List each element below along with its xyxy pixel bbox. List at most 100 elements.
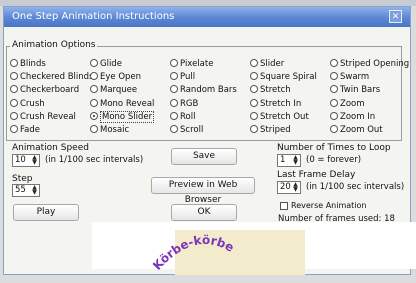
animation-option-label: Mono Reveal [100, 98, 155, 109]
animation-option-radio[interactable]: Slider [250, 58, 284, 71]
radio-button-icon[interactable] [170, 98, 178, 107]
animation-option-radio[interactable]: Checkerboard [10, 84, 79, 97]
animation-option-radio[interactable]: Striped Opening [330, 58, 409, 71]
animation-option-radio[interactable]: Random Bars [170, 84, 237, 97]
arc-text: Körbe-körbe [150, 233, 236, 273]
animation-option-radio[interactable]: Stretch Out [250, 111, 309, 124]
radio-button-icon[interactable] [10, 98, 18, 107]
animation-option-radio[interactable]: Fade [10, 124, 40, 137]
radio-button-icon[interactable] [10, 85, 18, 94]
animation-option-label: Swarm [340, 72, 370, 83]
animation-option-radio[interactable]: Mono Slider [90, 110, 155, 124]
animation-options-grid: Blinds Checkered Blinds Checkerboard Crush C… [10, 58, 409, 142]
close-icon[interactable]: ✕ [389, 10, 402, 23]
radio-button-icon[interactable] [90, 72, 98, 81]
delay-value: 20 [280, 182, 291, 192]
animation-option-label: Stretch Out [260, 111, 309, 122]
radio-button-icon[interactable] [250, 98, 258, 107]
animation-option-radio[interactable]: Marquee [90, 84, 137, 97]
animation-option-label: Checkered Blinds [20, 72, 94, 83]
radio-button-icon[interactable] [170, 72, 178, 81]
spinner-arrows-icon[interactable]: ▲ ▼ [31, 185, 38, 196]
animation-option-radio[interactable]: RGB [170, 98, 198, 111]
preview-in-browser-button[interactable]: Preview in Web Browser [151, 177, 255, 205]
radio-button-icon[interactable] [170, 59, 178, 67]
radio-button-icon[interactable] [170, 111, 178, 120]
radio-button-icon[interactable] [330, 85, 338, 94]
radio-button-icon[interactable] [90, 85, 98, 94]
radio-button-icon[interactable] [250, 111, 258, 120]
play-button[interactable]: Play [13, 204, 79, 221]
spinner-arrows-icon[interactable]: ▲ ▼ [292, 155, 299, 166]
radio-button-icon[interactable] [10, 111, 18, 120]
animation-option-label: Zoom [340, 98, 365, 109]
step-label: Step [12, 174, 33, 184]
radio-button-icon[interactable] [330, 72, 338, 81]
animation-option-radio[interactable]: Blinds [10, 58, 46, 71]
title-bar[interactable]: One Step Animation Instructions ✕ [4, 7, 410, 27]
speed-value: 10 [15, 155, 26, 165]
animation-option-label: Stretch [260, 85, 291, 96]
radio-button-icon[interactable] [330, 111, 338, 120]
delay-label: Last Frame Delay [277, 170, 356, 180]
window-title: One Step Animation Instructions [12, 11, 175, 22]
animation-option-label: Twin Bars [340, 85, 381, 96]
animation-option-radio[interactable]: Glide [90, 58, 122, 71]
speed-stepper[interactable]: 10 ▲ ▼ [12, 154, 40, 167]
animation-option-radio[interactable]: Pull [170, 71, 195, 84]
radio-button-icon[interactable] [250, 59, 258, 67]
radio-button-icon[interactable] [250, 85, 258, 94]
radio-button-icon[interactable] [170, 125, 178, 133]
animation-option-radio[interactable]: Scroll [170, 124, 203, 137]
reverse-animation-checkbox[interactable] [280, 202, 288, 210]
animation-option-label: Zoom Out [340, 125, 383, 135]
svg-text:Körbe-körbe: Körbe-körbe [150, 233, 236, 273]
animation-option-label: Crush Reveal [20, 111, 76, 122]
animation-option-radio[interactable]: Crush [10, 98, 45, 111]
radio-button-icon[interactable] [250, 72, 258, 81]
radio-button-icon[interactable] [90, 59, 98, 67]
animation-option-label: Stretch In [260, 98, 302, 109]
ok-button[interactable]: OK [171, 204, 237, 221]
loop-stepper[interactable]: 1 ▲ ▼ [277, 154, 301, 167]
animation-option-radio[interactable]: Checkered Blinds [10, 71, 93, 84]
animation-option-radio[interactable]: Swarm [330, 71, 369, 84]
animation-option-radio[interactable]: Crush Reveal [10, 111, 76, 124]
animation-option-radio[interactable]: Striped [250, 124, 291, 137]
radio-button-icon[interactable] [250, 125, 258, 133]
radio-button-icon[interactable] [330, 98, 338, 107]
animation-options-label: Animation Options [10, 40, 98, 50]
radio-button-icon[interactable] [170, 85, 178, 94]
animation-option-label: Mono Slider [100, 110, 155, 123]
animation-option-radio[interactable]: Eye Open [90, 71, 141, 84]
animation-option-radio[interactable]: Stretch [250, 84, 291, 97]
radio-button-icon[interactable] [10, 125, 18, 133]
animation-option-radio[interactable]: Zoom Out [330, 124, 383, 137]
radio-button-icon[interactable] [330, 59, 338, 67]
animation-option-radio[interactable]: Square Spiral [250, 71, 317, 84]
spinner-arrows-icon[interactable]: ▲ ▼ [31, 155, 38, 166]
animation-option-radio[interactable]: Pixelate [170, 58, 213, 71]
loop-note: (0 = forever) [306, 155, 362, 165]
save-button[interactable]: Save [171, 148, 237, 165]
radio-button-icon[interactable] [330, 125, 338, 133]
animation-option-label: Roll [180, 111, 196, 122]
step-stepper[interactable]: 55 ▲ ▼ [12, 184, 40, 197]
animation-option-radio[interactable]: Twin Bars [330, 84, 380, 97]
radio-button-icon[interactable] [10, 72, 18, 81]
radio-button-icon[interactable] [90, 98, 98, 107]
animation-option-radio[interactable]: Roll [170, 111, 195, 124]
animation-option-radio[interactable]: Stretch In [250, 98, 301, 111]
animation-option-label: Crush [20, 98, 45, 109]
radio-button-icon[interactable] [90, 125, 98, 133]
delay-stepper[interactable]: 20 ▲ ▼ [277, 181, 301, 194]
animation-option-radio[interactable]: Mosaic [90, 124, 129, 137]
animation-option-label: Pull [180, 72, 196, 83]
animation-option-radio[interactable]: Zoom [330, 98, 365, 111]
radio-button-icon[interactable] [90, 111, 98, 120]
spinner-arrows-icon[interactable]: ▲ ▼ [292, 182, 299, 193]
animation-option-radio[interactable]: Zoom In [330, 111, 375, 124]
radio-button-icon[interactable] [10, 59, 18, 67]
animation-option-radio[interactable]: Mono Reveal [90, 98, 154, 111]
animation-option-label: Checkerboard [20, 85, 80, 96]
